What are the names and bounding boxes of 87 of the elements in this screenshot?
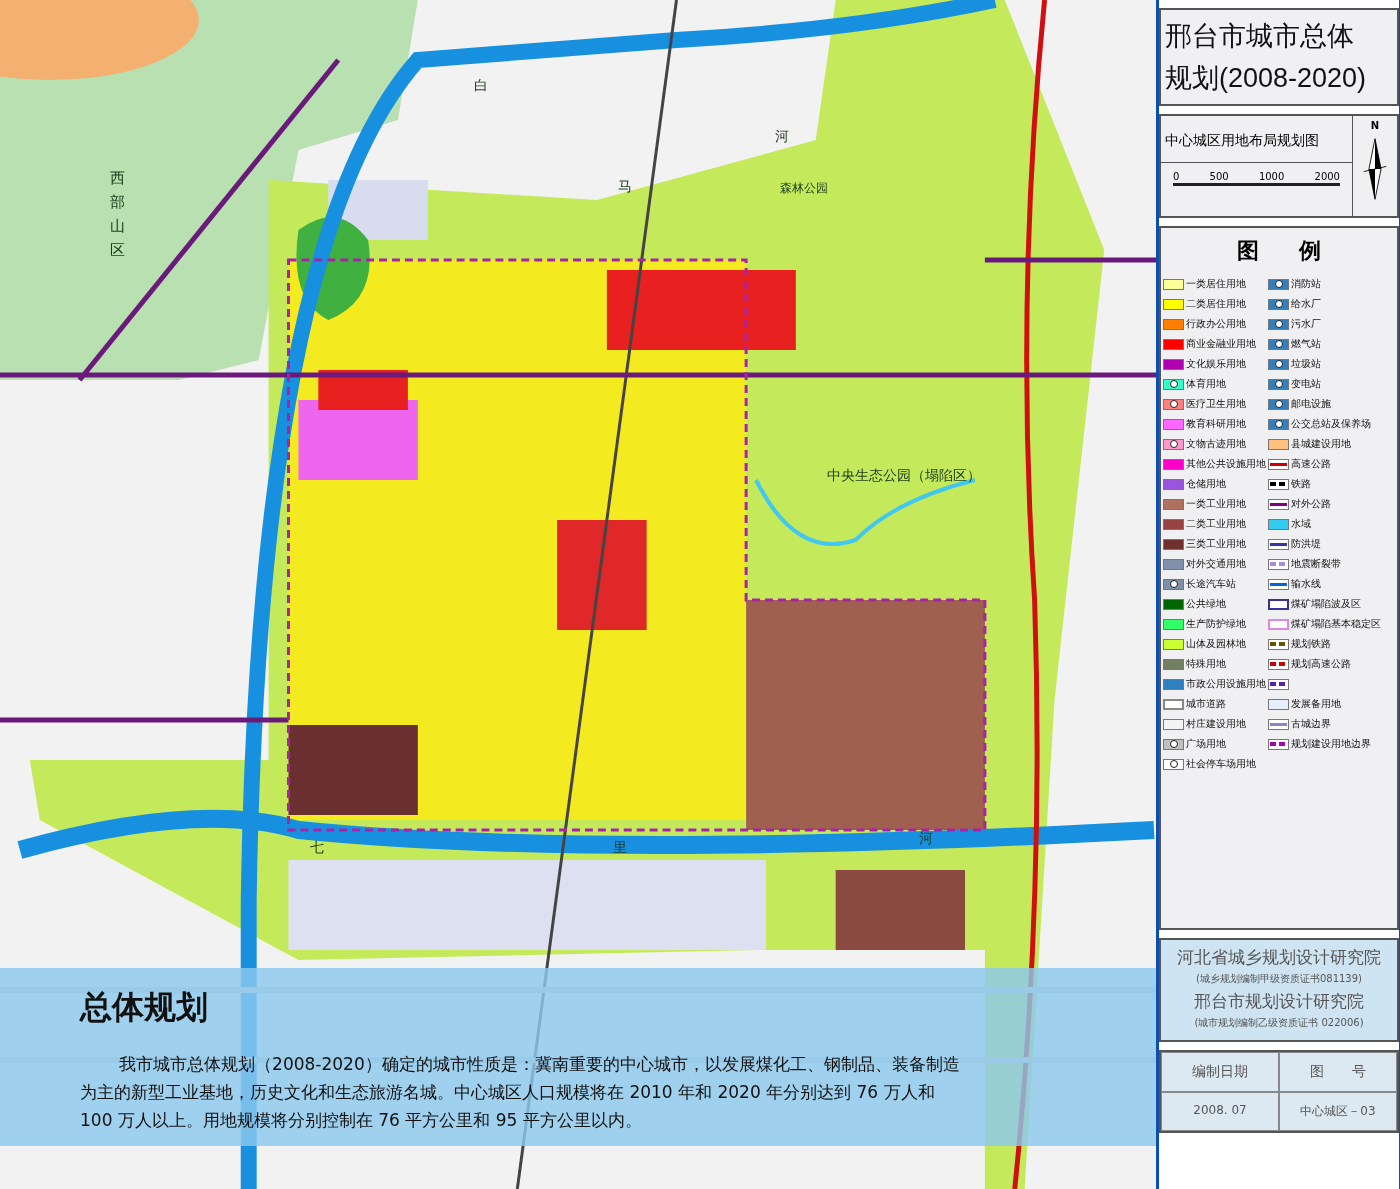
map-label: 中央生态公园（塌陷区） bbox=[826, 467, 981, 486]
legend-swatch bbox=[1268, 498, 1289, 510]
legend-label: 邮电设施 bbox=[1291, 397, 1331, 411]
legend-label: 特殊用地 bbox=[1186, 657, 1226, 671]
legend-label: 三类工业用地 bbox=[1186, 537, 1246, 551]
legend-label: 长途汽车站 bbox=[1186, 577, 1236, 591]
legend-label: 水域 bbox=[1291, 517, 1311, 531]
legend-label: 村庄建设用地 bbox=[1186, 717, 1246, 731]
legend-label: 给水厂 bbox=[1291, 297, 1321, 311]
legend-swatch bbox=[1268, 558, 1289, 570]
legend-label: 一类居住用地 bbox=[1186, 277, 1246, 291]
legend-label: 商业金融业用地 bbox=[1186, 337, 1256, 351]
legend-label: 铁路 bbox=[1291, 477, 1311, 491]
map-label: 河 bbox=[774, 128, 789, 147]
legend-swatch bbox=[1268, 678, 1289, 690]
legend-label: 其他公共设施用地 bbox=[1186, 457, 1266, 471]
map-subtitle: 中心城区用地布局规划图 bbox=[1161, 116, 1352, 163]
institute-name: 邢台市规划设计研究院 bbox=[1193, 990, 1365, 1013]
scale-label: 1000 bbox=[1258, 171, 1285, 182]
legend-swatch bbox=[1268, 658, 1289, 670]
legend-label: 发展备用地 bbox=[1291, 697, 1341, 711]
north-label: N bbox=[1370, 120, 1380, 131]
map-label: 七 bbox=[309, 839, 324, 858]
map-label: 河 bbox=[919, 829, 933, 848]
map-label: 马 bbox=[618, 178, 633, 197]
map-label: 森林公园 bbox=[780, 179, 829, 197]
caption-title: 总体规划 bbox=[80, 987, 209, 1028]
legend-label: 二类居住用地 bbox=[1186, 297, 1246, 311]
legend-label: 医疗卫生用地 bbox=[1186, 397, 1246, 411]
legend-label: 燃气站 bbox=[1291, 337, 1321, 351]
legend-swatch bbox=[1268, 458, 1289, 470]
legend-label: 公交总站及保养场 bbox=[1291, 417, 1371, 431]
legend-swatch bbox=[1268, 578, 1289, 590]
legend-label: 地震断裂带 bbox=[1291, 557, 1341, 571]
institute-name: 河北省城乡规划设计研究院 bbox=[1176, 946, 1382, 969]
legend-swatch bbox=[1268, 538, 1289, 550]
legend-label: 体育用地 bbox=[1186, 377, 1226, 391]
legend-label: 对外交通用地 bbox=[1186, 557, 1246, 571]
legend-label: 规划建设用地边界 bbox=[1291, 737, 1371, 751]
legend-label: 社会停车场用地 bbox=[1186, 757, 1256, 771]
legend-label: 文化娱乐用地 bbox=[1186, 357, 1246, 371]
legend-swatch bbox=[1268, 478, 1289, 490]
legend-label: 煤矿塌陷基本稳定区 bbox=[1291, 617, 1381, 631]
legend-label: 污水厂 bbox=[1291, 317, 1321, 331]
scale-label: 500 bbox=[1209, 171, 1229, 182]
legend-label: 城市道路 bbox=[1186, 697, 1226, 711]
legend-label: 广场用地 bbox=[1186, 737, 1226, 751]
legend-label: 消防站 bbox=[1291, 277, 1321, 291]
legend-label: 防洪堤 bbox=[1291, 537, 1321, 551]
certificate-note: (城市规划编制乙级资质证书 022006) bbox=[1193, 1016, 1365, 1030]
table-header: 图 号 bbox=[1279, 1052, 1397, 1092]
table-header: 编制日期 bbox=[1161, 1052, 1279, 1092]
legend-label: 古城边界 bbox=[1291, 717, 1331, 731]
legend-label: 对外公路 bbox=[1291, 497, 1331, 511]
legend-label: 市政公用设施用地 bbox=[1186, 677, 1266, 691]
legend-label: 生产防护绿地 bbox=[1186, 617, 1246, 631]
scale-label: 0 bbox=[1173, 171, 1180, 182]
legend-label: 县城建设用地 bbox=[1291, 437, 1351, 451]
legend-label: 变电站 bbox=[1291, 377, 1321, 391]
legend-heading: 例 bbox=[1299, 237, 1321, 265]
legend-swatch bbox=[1268, 718, 1289, 730]
legend-label: 行政办公用地 bbox=[1186, 317, 1246, 331]
legend-label: 山体及园林地 bbox=[1186, 637, 1246, 651]
scale-label: 2000 bbox=[1314, 171, 1340, 182]
legend-swatch bbox=[1268, 638, 1289, 650]
legend-label: 高速公路 bbox=[1291, 457, 1331, 471]
legend-swatch bbox=[1268, 738, 1289, 750]
legend-label: 规划铁路 bbox=[1291, 637, 1331, 651]
legend-label: 教育科研用地 bbox=[1186, 417, 1246, 431]
legend-label: 输水线 bbox=[1291, 577, 1321, 591]
legend-label: 仓储用地 bbox=[1186, 477, 1226, 491]
table-cell: 2008. 07 bbox=[1161, 1092, 1279, 1131]
map-label: 白 bbox=[473, 77, 488, 96]
table-cell: 中心城区－03 bbox=[1279, 1092, 1397, 1131]
certificate-note: (城乡规划编制甲级资质证书081139) bbox=[1195, 972, 1363, 986]
legend-label: 规划高速公路 bbox=[1291, 657, 1351, 671]
legend-heading: 图 bbox=[1237, 237, 1259, 265]
legend-label: 煤矿塌陷波及区 bbox=[1291, 597, 1361, 611]
legend-label: 垃圾站 bbox=[1291, 357, 1321, 371]
legend-label: 一类工业用地 bbox=[1186, 497, 1246, 511]
map-label: 西部山区 bbox=[109, 168, 125, 262]
caption-text: 我市城市总体规划（2008-2020）确定的城市性质是：冀南重要的中心城市，以发展煤化工、钢制品、装备制造为主的新型工业基地，历史文化和生态旅游名城。中心城区人口规模将在 2010 年和 2020 年分别达到 76 万人和 100 万人以上。用地规模将分别控制在 76 平方公里和 95 平方公里以内。 bbox=[80, 1053, 961, 1132]
legend-label: 公共绿地 bbox=[1186, 597, 1226, 611]
map-title: 邢台市城市总体 规划(2008-2020) bbox=[1165, 20, 1367, 95]
legend-label: 文物古迹用地 bbox=[1186, 437, 1246, 451]
legend-label: 二类工业用地 bbox=[1186, 517, 1246, 531]
map-label: 里 bbox=[612, 839, 627, 858]
